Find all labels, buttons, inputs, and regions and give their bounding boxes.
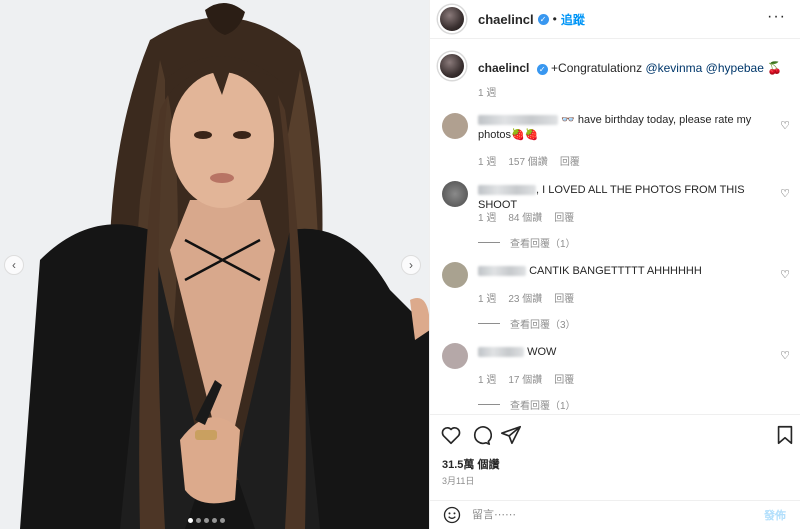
carousel-dots bbox=[188, 518, 225, 523]
more-options-icon[interactable]: ··· bbox=[767, 8, 786, 26]
verified-badge-icon: ✓ bbox=[536, 64, 548, 75]
carousel-dot bbox=[204, 518, 209, 523]
comment-like-heart-icon[interactable]: ♡ bbox=[780, 119, 790, 132]
post-comment-button[interactable]: 發佈 bbox=[764, 507, 786, 523]
commenter-avatar[interactable] bbox=[442, 181, 468, 207]
caption: chaelincl ✓ +Congratulationz @kevinma @h… bbox=[438, 52, 782, 80]
reply-button[interactable]: 回覆 bbox=[554, 290, 574, 305]
post-side-panel: chaelincl ✓ • 追蹤 ··· chaelincl ✓ +Congra… bbox=[430, 0, 800, 529]
comment-likes[interactable]: 157 個讚 bbox=[508, 153, 547, 168]
caption-text: chaelincl ✓ +Congratulationz @kevinma @h… bbox=[478, 61, 782, 76]
comment-body: have birthday today, please rate my bbox=[577, 114, 752, 126]
carousel-dot bbox=[196, 518, 201, 523]
commenter-avatar[interactable] bbox=[442, 262, 468, 288]
bookmark-icon[interactable] bbox=[774, 424, 796, 446]
comment-likes[interactable]: 23 個讚 bbox=[508, 290, 542, 305]
follow-button[interactable]: 追蹤 bbox=[561, 11, 585, 28]
blurred-username[interactable] bbox=[478, 185, 536, 196]
view-replies-label[interactable]: 查看回覆（1） bbox=[510, 397, 576, 412]
blurred-username[interactable] bbox=[478, 347, 524, 358]
carousel-dot bbox=[212, 518, 217, 523]
reply-button[interactable]: 回覆 bbox=[554, 209, 574, 224]
comment-meta: 1 週 84 個讚 回覆 bbox=[478, 209, 574, 224]
reply-button[interactable]: 回覆 bbox=[560, 153, 580, 168]
post-header: chaelincl ✓ • 追蹤 ··· bbox=[430, 0, 800, 38]
comment-bar: 發佈 bbox=[430, 500, 800, 529]
comment-like-heart-icon[interactable]: ♡ bbox=[780, 268, 790, 281]
reply-button[interactable]: 回覆 bbox=[554, 371, 574, 386]
comment-time: 1 週 bbox=[478, 294, 497, 305]
caption-body: +Congratulationz bbox=[551, 61, 643, 75]
photo-figure bbox=[0, 0, 429, 529]
caption-avatar[interactable] bbox=[438, 52, 466, 80]
carousel-dot bbox=[188, 518, 193, 523]
avatar[interactable] bbox=[438, 5, 466, 33]
view-replies-button[interactable]: 查看回覆（3） bbox=[478, 316, 576, 331]
commenter-avatar[interactable] bbox=[442, 113, 468, 139]
carousel-dot bbox=[220, 518, 225, 523]
mention-link[interactable]: @hypebae bbox=[706, 61, 764, 75]
header-divider bbox=[430, 38, 800, 39]
post-date: 3月11日 bbox=[442, 476, 475, 486]
comment-likes[interactable]: 17 個讚 bbox=[508, 371, 542, 386]
comment-text: WOW bbox=[478, 345, 768, 360]
comment-time: 1 週 bbox=[478, 213, 497, 224]
mention-link[interactable]: @kevinma bbox=[645, 61, 702, 75]
blurred-username[interactable] bbox=[478, 266, 526, 277]
view-replies-label[interactable]: 查看回覆（1） bbox=[510, 235, 576, 250]
caption-username[interactable]: chaelincl bbox=[478, 61, 529, 75]
comment-body-line2: photos bbox=[478, 129, 512, 141]
emoji-icon[interactable] bbox=[442, 505, 462, 525]
blurred-username[interactable] bbox=[478, 115, 558, 126]
comment-meta: 1 週 17 個讚 回覆 bbox=[478, 371, 574, 386]
likes-count[interactable]: 31.5萬 個讚 bbox=[442, 456, 499, 472]
comment-meta: 1 週 157 個讚 回覆 bbox=[478, 153, 580, 168]
comment-time: 1 週 bbox=[478, 157, 497, 168]
comment-meta: 1 週 23 個讚 回覆 bbox=[478, 290, 574, 305]
header-username[interactable]: chaelincl bbox=[478, 12, 534, 27]
cherry-emoji: 🍒 bbox=[767, 61, 783, 75]
glasses-emoji: 👓 bbox=[561, 114, 575, 126]
previous-photo-button[interactable]: ‹ bbox=[4, 255, 24, 275]
view-replies-label[interactable]: 查看回覆（3） bbox=[510, 316, 576, 331]
comment-text: 👓 have birthday today, please rate my ph… bbox=[478, 113, 768, 143]
view-replies-button[interactable]: 查看回覆（1） bbox=[478, 235, 576, 250]
verified-badge-icon: ✓ bbox=[537, 13, 549, 25]
comment-like-heart-icon[interactable]: ♡ bbox=[780, 187, 790, 200]
comment-text: CANTIK BANGETTTTT AHHHHHH bbox=[478, 264, 768, 279]
comment-likes[interactable]: 84 個讚 bbox=[508, 209, 542, 224]
replies-line bbox=[478, 242, 500, 243]
caption-time: 1 週 bbox=[478, 88, 497, 99]
comment-time: 1 週 bbox=[478, 375, 497, 386]
action-bar bbox=[440, 424, 795, 448]
commenter-avatar[interactable] bbox=[442, 343, 468, 369]
actions-divider bbox=[430, 414, 800, 415]
replies-line bbox=[478, 404, 500, 405]
replies-line bbox=[478, 323, 500, 324]
comment-body: CANTIK BANGETTTTT AHHHHHH bbox=[529, 265, 702, 277]
comment-like-heart-icon[interactable]: ♡ bbox=[780, 349, 790, 362]
comment-body: WOW bbox=[527, 346, 557, 358]
view-replies-button[interactable]: 查看回覆（1） bbox=[478, 397, 576, 412]
post-photo[interactable]: ‹ › bbox=[0, 0, 430, 529]
heart-icon[interactable] bbox=[440, 424, 462, 446]
comment-input[interactable] bbox=[472, 508, 752, 521]
share-icon[interactable] bbox=[500, 424, 522, 446]
header-separator: • bbox=[552, 12, 557, 26]
comment-icon[interactable] bbox=[470, 424, 492, 446]
strawberry-emoji: 🍓🍓 bbox=[511, 129, 539, 141]
next-photo-button[interactable]: › bbox=[401, 255, 421, 275]
